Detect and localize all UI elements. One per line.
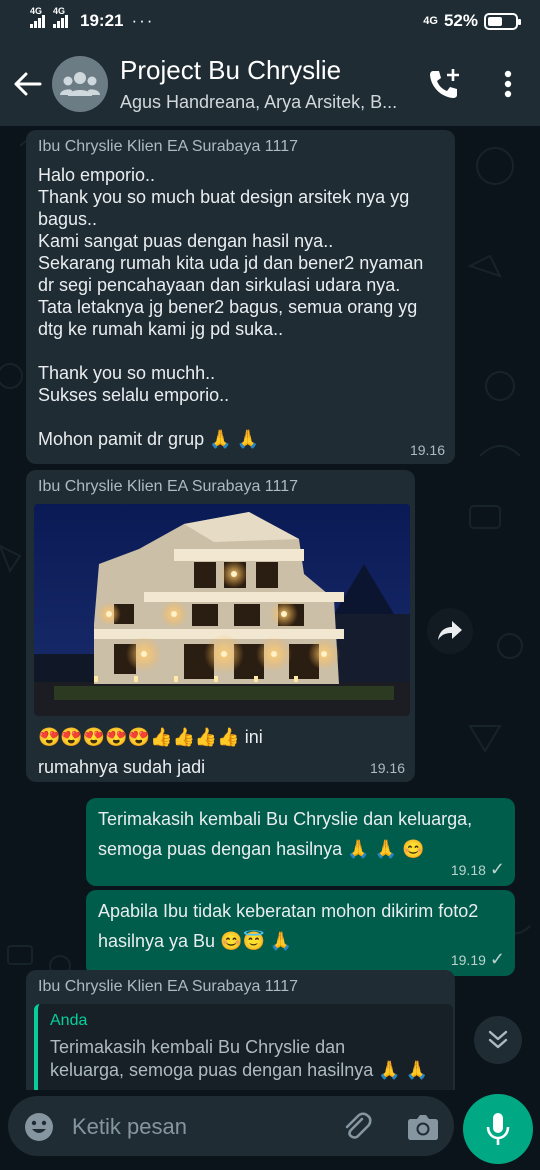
sender-name: Ibu Chryslie Klien EA Surabaya 1117 bbox=[38, 138, 299, 155]
quoted-line: Terimakasih kembali Bu Chryslie dan bbox=[50, 1037, 346, 1057]
chat-area[interactable]: Ibu Chryslie Klien EA Surabaya 1117 Halo… bbox=[0, 126, 540, 1090]
quoted-sender: Anda bbox=[50, 1012, 88, 1029]
message-line: Thank you so much buat design arsitek ny… bbox=[38, 187, 410, 207]
message-text: Halo emporio.. Thank you so much buat de… bbox=[38, 164, 448, 450]
attach-button[interactable] bbox=[338, 1108, 376, 1146]
arrow-left-icon bbox=[14, 72, 42, 96]
message-line: Sukses selalu emporio.. bbox=[38, 385, 230, 405]
forward-icon bbox=[438, 621, 462, 640]
message-line: semoga puas dengan hasilnya 🙏 🙏 😊 bbox=[98, 839, 425, 859]
paperclip-icon bbox=[345, 1112, 372, 1139]
message-line: dtg ke rumah kami jg pd suka.. bbox=[38, 319, 284, 339]
message-placeholder: Ketik pesan bbox=[72, 1114, 187, 1139]
message-line: hasilnya ya Bu 😊😇 🙏 bbox=[98, 931, 293, 951]
message-line: Kami sangat puas dengan hasil nya.. bbox=[38, 231, 334, 251]
signal-icon: 4G bbox=[53, 6, 68, 28]
sender-name: Ibu Chryslie Klien EA Surabaya 1117 bbox=[38, 978, 299, 995]
more-options-button[interactable] bbox=[486, 62, 530, 106]
group-icon bbox=[60, 72, 100, 96]
double-chevron-down-icon bbox=[488, 1030, 508, 1049]
incoming-message[interactable]: Ibu Chryslie Klien EA Surabaya 1117 Halo… bbox=[26, 130, 455, 464]
outgoing-message[interactable]: Terimakasih kembali Bu Chryslie dan kelu… bbox=[86, 798, 515, 886]
emoji-button[interactable] bbox=[22, 1110, 56, 1144]
quoted-line: keluarga, semoga puas dengan hasilnya 🙏 … bbox=[50, 1060, 429, 1080]
message-line bbox=[38, 406, 448, 428]
scroll-down-button[interactable] bbox=[474, 1016, 522, 1064]
chat-participants: Agus Handreana, Arya Arsitek, B... bbox=[120, 92, 398, 112]
message-line: Sekarang rumah kita uda jd dan bener2 ny… bbox=[38, 253, 424, 273]
chat-info[interactable]: Project Bu Chryslie Agus Handreana, Arya… bbox=[120, 55, 420, 113]
status-bar: 4G 4G 19:21 ··· 4G 52% bbox=[0, 0, 540, 42]
chat-header: Project Bu Chryslie Agus Handreana, Arya… bbox=[0, 42, 540, 126]
notification-dots: ··· bbox=[131, 11, 155, 30]
message-time: 19.18 bbox=[450, 861, 486, 878]
quoted-text: Terimakasih kembali Bu Chryslie dan kelu… bbox=[50, 1036, 441, 1082]
message-text: Apabila Ibu tidak keberatan mohon dikiri… bbox=[98, 896, 478, 956]
message-line: Halo emporio.. bbox=[38, 165, 156, 185]
sender-name: Ibu Chryslie Klien EA Surabaya 1117 bbox=[38, 478, 299, 495]
message-line: Mohon pamit dr grup 🙏 🙏 bbox=[38, 429, 259, 449]
message-meta: 19.18 ✓ bbox=[451, 859, 505, 880]
network-type-label: 4G bbox=[30, 5, 43, 16]
battery-percent: 52% bbox=[443, 11, 478, 30]
network-type-label: 4G bbox=[423, 15, 438, 27]
mic-icon bbox=[486, 1113, 510, 1145]
more-vert-icon bbox=[504, 70, 512, 98]
incoming-reply-message[interactable]: Ibu Chryslie Klien EA Surabaya 1117 Anda… bbox=[26, 970, 455, 1090]
message-line bbox=[38, 340, 448, 362]
outgoing-message[interactable]: Apabila Ibu tidak keberatan mohon dikiri… bbox=[86, 890, 515, 976]
emoji-icon bbox=[25, 1113, 53, 1141]
message-time: 19.16 bbox=[369, 760, 405, 776]
network-type-label: 4G bbox=[53, 5, 66, 16]
camera-button[interactable] bbox=[404, 1108, 442, 1146]
voice-record-button[interactable] bbox=[463, 1094, 533, 1164]
battery-icon bbox=[484, 12, 521, 30]
message-line: dr segi pencahayaan dan sirkulasi udara … bbox=[38, 275, 401, 295]
group-avatar[interactable] bbox=[52, 56, 108, 112]
message-line: Tata letaknya jg bener2 bagus, semua ora… bbox=[38, 297, 418, 317]
photo-caption-line: rumahnya sudah jadi bbox=[38, 757, 206, 777]
house-photo-image bbox=[34, 504, 410, 716]
house-photo[interactable] bbox=[34, 504, 410, 716]
message-input[interactable]: Ketik pesan bbox=[8, 1096, 454, 1156]
sent-tick-icon: ✓ bbox=[489, 949, 505, 969]
add-call-button[interactable] bbox=[422, 62, 466, 106]
message-time: 19.19 bbox=[450, 951, 486, 968]
photo-caption-line: 😍😍😍😍😍👍👍👍👍 ini bbox=[38, 727, 263, 747]
camera-icon bbox=[408, 1115, 438, 1140]
message-meta: 19.19 ✓ bbox=[451, 949, 505, 970]
message-line: bagus.. bbox=[38, 209, 98, 229]
chat-title: Project Bu Chryslie bbox=[120, 55, 342, 85]
message-text: Terimakasih kembali Bu Chryslie dan kelu… bbox=[98, 804, 472, 864]
message-time: 19.16 bbox=[409, 442, 445, 458]
sent-tick-icon: ✓ bbox=[489, 859, 505, 879]
clock: 19:21 bbox=[80, 11, 124, 30]
message-line: Terimakasih kembali Bu Chryslie dan kelu… bbox=[98, 809, 473, 829]
forward-button[interactable] bbox=[427, 608, 473, 654]
message-line: Apabila Ibu tidak keberatan mohon dikiri… bbox=[98, 901, 479, 921]
quoted-message[interactable]: Anda Terimakasih kembali Bu Chryslie dan… bbox=[34, 1004, 453, 1090]
message-input-bar: Ketik pesan bbox=[0, 1090, 540, 1170]
signal-icon: 4G bbox=[30, 6, 45, 28]
add-call-icon bbox=[430, 69, 459, 98]
incoming-photo-message[interactable]: Ibu Chryslie Klien EA Surabaya 1117 😍😍😍😍… bbox=[26, 470, 415, 782]
message-line: Thank you so muchh.. bbox=[38, 363, 216, 383]
back-button[interactable] bbox=[6, 62, 50, 106]
